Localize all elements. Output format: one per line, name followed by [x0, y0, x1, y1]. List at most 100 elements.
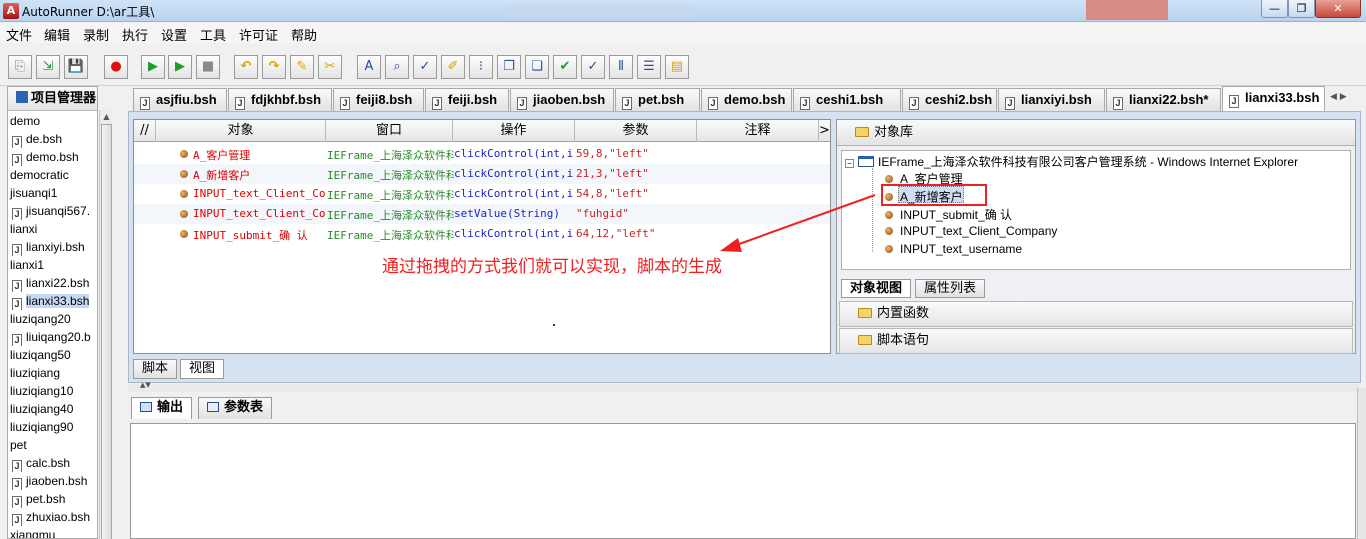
table-row[interactable]: INPUT_text_Client_Comp IEFrame_上海泽众软件科 cli… [134, 184, 830, 204]
tree-folder[interactable]: xiangmu [8, 526, 98, 538]
verify-icon[interactable]: ✓ [581, 55, 605, 79]
grid-col-more[interactable]: > [819, 120, 830, 142]
tree-folder[interactable]: democratic [8, 166, 98, 184]
tree-file[interactable]: Jjiaoben.bsh [8, 472, 98, 490]
cell-action[interactable]: clickControl(int,int [454, 187, 574, 200]
tree-file[interactable]: Jjisuanqi567. [8, 202, 98, 220]
close-button[interactable]: ✕ [1315, 0, 1361, 18]
import-icon[interactable]: ⇲ [36, 55, 60, 79]
cell-action[interactable]: setValue(String) [454, 207, 574, 220]
tree-file[interactable]: Jde.bsh [8, 130, 98, 148]
tab-param-table[interactable]: 参数表 [198, 397, 273, 419]
cell-object[interactable]: INPUT_text_Client_Comp [193, 207, 325, 220]
redo-icon[interactable]: ↷ [262, 55, 286, 79]
scroll-up-icon[interactable]: ▲ [100, 110, 113, 123]
find-icon[interactable]: ⌕ [385, 55, 409, 79]
tree-file[interactable]: Jlianxiyi.bsh [8, 238, 98, 256]
menu-license[interactable]: 许可证 [239, 25, 278, 44]
tree-folder[interactable]: liuziqiang40 [8, 400, 98, 418]
tree-folder[interactable]: demo [8, 112, 98, 130]
editor-tab[interactable]: Jceshi2.bsh [902, 88, 997, 111]
tab-property-list[interactable]: 属性列表 [915, 279, 986, 298]
tree-folder[interactable]: liuziqiang10 [8, 382, 98, 400]
right-scrollbar[interactable] [1357, 388, 1366, 539]
copy-icon[interactable]: ❐ [497, 55, 521, 79]
tree-file[interactable]: Jlianxi33.bsh [8, 292, 98, 310]
tree-folder[interactable]: liuziqang20 [8, 310, 98, 328]
project-tree-scrollbar[interactable]: ▲ [99, 110, 112, 539]
cell-action[interactable]: clickControl(int,int [454, 227, 574, 240]
edit-object-icon[interactable]: ✐ [441, 55, 465, 79]
stop-icon[interactable]: ■ [196, 55, 220, 79]
menu-record[interactable]: 录制 [83, 25, 109, 44]
run-icon[interactable]: ▶ [141, 55, 165, 79]
object-tree-item[interactable]: INPUT_text_username [885, 242, 1022, 256]
validate-icon[interactable]: ✔ [553, 55, 577, 79]
grid-col-note[interactable]: 注释 [697, 120, 819, 142]
comment-icon[interactable]: ☰ [637, 55, 661, 79]
output-area[interactable] [130, 423, 1356, 539]
grid-col-comment[interactable]: // [134, 120, 156, 142]
tab-scroll-arrows-icon[interactable]: ◀ ▶ [1330, 92, 1360, 108]
tree-file[interactable]: Jcalc.bsh [8, 454, 98, 472]
editor-tab[interactable]: Jlianxi33.bsh [1222, 86, 1325, 111]
splitter-arrows-icon[interactable]: ▲▼ [140, 381, 151, 389]
cell-params[interactable]: 21,3,"left" [576, 167, 698, 180]
editor-tab[interactable]: Jfeiji.bsh [425, 88, 509, 111]
section-script-statements[interactable]: 脚本语句 [839, 328, 1353, 354]
report-icon[interactable]: ▤ [665, 55, 689, 79]
tree-file[interactable]: Jpet.bsh [8, 490, 98, 508]
tree-folder[interactable]: liuziqang50 [8, 346, 98, 364]
editor-tab[interactable]: Jfeiji8.bsh [333, 88, 424, 111]
menu-settings[interactable]: 设置 [161, 25, 187, 44]
tab-script[interactable]: 脚本 [133, 359, 178, 379]
menu-edit[interactable]: 编辑 [44, 25, 70, 44]
cell-window[interactable]: IEFrame_上海泽众软件科 [327, 227, 454, 243]
cell-params[interactable]: 59,8,"left" [576, 147, 698, 160]
table-row[interactable]: INPUT_text_Client_Comp IEFrame_上海泽众软件科 set… [134, 204, 830, 224]
columns-icon[interactable]: ⦀ [609, 55, 633, 79]
project-manager-tab[interactable]: 项目管理器 [8, 87, 97, 111]
editor-tab[interactable]: Jceshi1.bsh [793, 88, 901, 111]
record-icon[interactable]: ● [104, 55, 128, 79]
table-row[interactable]: A_新增客户 IEFrame_上海泽众软件科 clickControl(int,in… [134, 164, 830, 184]
tree-folder[interactable]: liuziqiang [8, 364, 98, 382]
object-tree-item[interactable]: INPUT_submit_确 认 [885, 206, 1012, 223]
tree-file[interactable]: Jzhuxiao.bsh [8, 508, 98, 526]
tree-file[interactable]: Jdemo.bsh [8, 148, 98, 166]
object-tree-root[interactable]: − IEFrame_上海泽众软件科技有限公司客户管理系统 - Windows In… [845, 153, 1298, 170]
cell-object[interactable]: INPUT_submit_确 认 [193, 227, 325, 243]
cell-window[interactable]: IEFrame_上海泽众软件科 [327, 187, 454, 203]
save-icon[interactable]: 💾 [64, 55, 88, 79]
grid-col-object[interactable]: 对象 [156, 120, 326, 142]
tree-folder[interactable]: lianxi1 [8, 256, 98, 274]
cell-action[interactable]: clickControl(int,int [454, 167, 574, 180]
menu-help[interactable]: 帮助 [291, 25, 317, 44]
cell-window[interactable]: IEFrame_上海泽众软件科 [327, 167, 454, 183]
menu-tools[interactable]: 工具 [200, 25, 226, 44]
tree-file[interactable]: Jliuiqang20.b [8, 328, 98, 346]
minimize-button[interactable]: — [1261, 0, 1288, 18]
text-icon[interactable]: A [357, 55, 381, 79]
table-row[interactable]: INPUT_submit_确 认 IEFrame_上海泽众软件科 clickCont… [134, 224, 830, 244]
tools-icon[interactable]: ✂ [318, 55, 342, 79]
editor-tab[interactable]: Jlianxi22.bsh* [1106, 88, 1221, 111]
section-builtin-functions[interactable]: 内置函数 [839, 301, 1353, 327]
cell-params[interactable]: 54,8,"left" [576, 187, 698, 200]
check-icon[interactable]: ✓ [413, 55, 437, 79]
grid-col-params[interactable]: 参数 [575, 120, 697, 142]
menu-execute[interactable]: 执行 [122, 25, 148, 44]
tree-folder[interactable]: liuziqiang90 [8, 418, 98, 436]
step-run-icon[interactable]: ▶ [168, 55, 192, 79]
table-row[interactable]: A_客户管理 IEFrame_上海泽众软件科 clickControl(int,in… [134, 144, 830, 164]
tree-folder[interactable]: pet [8, 436, 98, 454]
editor-tab[interactable]: Jpet.bsh [615, 88, 700, 111]
editor-tab[interactable]: Jfdjkhbf.bsh [228, 88, 332, 111]
editor-tab[interactable]: Jjiaoben.bsh [510, 88, 614, 111]
splitter[interactable]: ▲▼ [128, 381, 1361, 392]
grid-col-window[interactable]: 窗口 [326, 120, 453, 142]
object-library-header[interactable]: 对象库 [837, 120, 1355, 146]
editor-tab[interactable]: Jlianxiyi.bsh [998, 88, 1105, 111]
grid-col-action[interactable]: 操作 [453, 120, 575, 142]
cell-params[interactable]: "fuhgid" [576, 207, 698, 220]
